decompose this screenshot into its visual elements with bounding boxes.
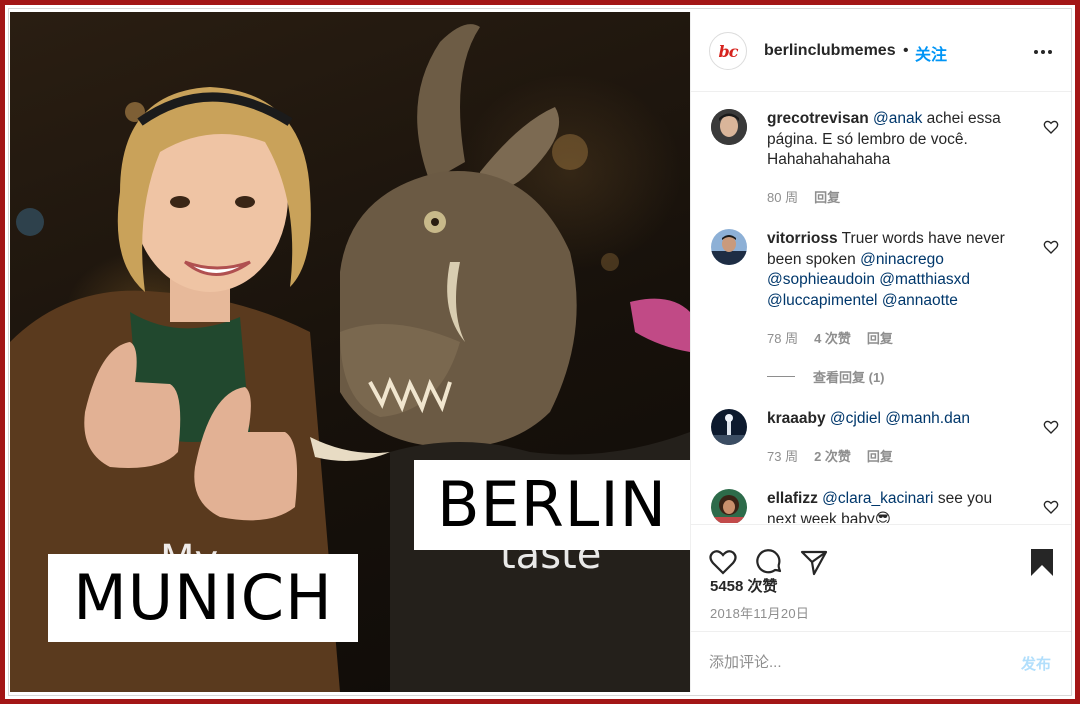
caption-munich: MUNICH — [48, 554, 358, 642]
view-replies-button[interactable]: 查看回复 (1) — [767, 367, 885, 386]
comment-mention[interactable]: @anak — [873, 110, 922, 127]
post-image[interactable]: My taste BERLIN MUNICH — [10, 12, 690, 692]
comment-meta: 78 周 4 次赞 回复 — [767, 328, 893, 347]
heart-icon[interactable] — [708, 547, 738, 577]
comment-text: vitorrioss Truer words have never been s… — [767, 229, 1023, 311]
avatar[interactable] — [711, 229, 747, 265]
account-avatar[interactable]: bc — [709, 32, 747, 70]
comment-mention[interactable]: @sophieaudoin — [767, 271, 875, 288]
comment-mention[interactable]: @ninacrego — [860, 251, 944, 268]
heart-icon[interactable] — [1043, 419, 1059, 435]
comment-meta: 80 周 回复 — [767, 187, 840, 206]
comment-likes[interactable]: 4 次赞 — [814, 328, 851, 347]
comment-likes[interactable]: 2 次赞 — [814, 446, 851, 465]
heart-icon[interactable] — [1043, 119, 1059, 135]
comment-icon[interactable] — [754, 547, 784, 577]
view-replies-label: 查看回复 (1) — [813, 370, 885, 385]
follow-button[interactable]: 关注 — [915, 41, 947, 65]
heart-icon[interactable] — [1043, 499, 1059, 515]
comment-time[interactable]: 78 周 — [767, 328, 798, 347]
avatar[interactable] — [711, 409, 747, 445]
comment-mention[interactable]: @clara_kacinari — [822, 490, 933, 507]
comment-time[interactable]: 73 周 — [767, 446, 798, 465]
post-date[interactable]: 2018年11月20日 — [710, 603, 809, 622]
share-icon[interactable] — [799, 547, 829, 577]
comment-mention[interactable]: @annaotte — [882, 292, 958, 309]
reply-button[interactable]: 回复 — [814, 187, 840, 206]
likes-count[interactable]: 5458 次赞 — [710, 575, 778, 596]
comment-text: kraaaby @cjdiel @manh.dan — [767, 409, 1023, 430]
reply-button[interactable]: 回复 — [867, 328, 893, 347]
heart-icon[interactable] — [1043, 239, 1059, 255]
comment-text: ellafizz @clara_kacinari see you next we… — [767, 489, 1023, 523]
avatar-photo — [711, 489, 747, 523]
avatar-photo — [711, 109, 747, 145]
header-separator: • — [903, 42, 909, 59]
comment-time[interactable]: 80 周 — [767, 187, 798, 206]
comment-username[interactable]: ellafizz — [767, 490, 818, 507]
post-comment-button[interactable]: 发布 — [1021, 653, 1051, 674]
comment-text: grecotrevisan @anak achei essa página. E… — [767, 109, 1023, 171]
comment-mention[interactable]: @manh.dan — [885, 410, 970, 427]
comment-meta: 73 周 2 次赞 回复 — [767, 446, 893, 465]
caption-berlin: BERLIN — [414, 460, 690, 550]
reply-button[interactable]: 回复 — [867, 446, 893, 465]
more-icon[interactable] — [1031, 42, 1055, 62]
comment-username[interactable]: grecotrevisan — [767, 110, 869, 127]
comment-username[interactable]: kraaaby — [767, 410, 826, 427]
comment-input[interactable] — [709, 650, 999, 674]
comment-mention[interactable]: @luccapimentel — [767, 292, 878, 309]
avatar[interactable] — [711, 109, 747, 145]
comment-username[interactable]: vitorrioss — [767, 230, 838, 247]
bookmark-icon[interactable] — [1027, 547, 1057, 577]
avatar[interactable] — [711, 489, 747, 523]
post-side-panel: bc berlinclubmemes • 关注 grecotrevisan @a… — [690, 12, 1071, 692]
avatar-photo — [711, 229, 747, 265]
add-comment-bar: 发布 — [691, 631, 1071, 692]
post-header: bc berlinclubmemes • 关注 — [691, 12, 1071, 92]
account-username[interactable]: berlinclubmemes — [764, 42, 896, 60]
comments-list: grecotrevisan @anak achei essa página. E… — [691, 93, 1071, 523]
avatar-photo — [711, 409, 747, 445]
comment-mention[interactable]: @cjdiel — [830, 410, 881, 427]
comment-mention[interactable]: @matthiasxd — [879, 271, 970, 288]
replies-dash — [767, 376, 795, 377]
